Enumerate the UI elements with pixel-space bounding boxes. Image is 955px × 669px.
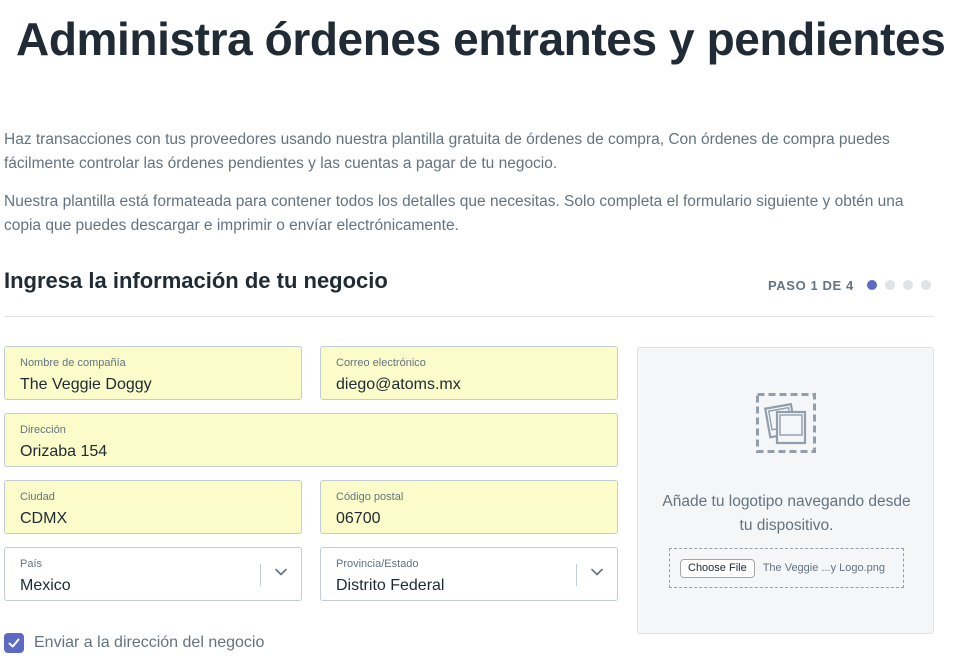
email-field[interactable]: Correo electrónico diego@atoms.mx	[320, 346, 618, 400]
ship-to-business-label: Enviar a la dirección del negocio	[34, 634, 265, 651]
step-dot-3	[903, 280, 913, 290]
file-input[interactable]: Choose File The Veggie ...y Logo.png	[669, 548, 904, 588]
postal-code-label: Código postal	[336, 491, 404, 503]
city-field[interactable]: Ciudad CDMX	[4, 480, 302, 534]
logo-upload-panel[interactable]: Añade tu logotipo navegando desde tu dis…	[637, 347, 934, 634]
state-value: Distrito Federal	[336, 577, 445, 594]
address-value[interactable]: Orizaba 154	[20, 441, 602, 463]
country-select[interactable]: País Mexico	[4, 547, 302, 601]
step-dot-4	[921, 280, 931, 290]
intro-paragraph: Haz transacciones con tus proveedores us…	[4, 131, 890, 172]
image-upload-icon	[756, 393, 816, 453]
company-name-value[interactable]: The Veggie Doggy	[20, 374, 286, 396]
checkmark-icon	[8, 638, 20, 648]
choose-file-button[interactable]: Choose File	[680, 558, 755, 578]
email-label: Correo electrónico	[336, 357, 426, 369]
select-separator	[576, 564, 577, 586]
company-name-field[interactable]: Nombre de compañía The Veggie Doggy	[4, 346, 302, 400]
intro-paragraph: Nuestra plantilla está formateada para c…	[4, 193, 904, 234]
city-label: Ciudad	[20, 491, 55, 503]
step-dot-2	[885, 280, 895, 290]
city-value[interactable]: CDMX	[20, 508, 286, 530]
section-title: Ingresa la información de tu negocio	[4, 268, 388, 293]
step-dots	[867, 280, 931, 290]
address-label: Dirección	[20, 424, 66, 436]
ship-to-business-checkbox[interactable]	[4, 633, 24, 653]
state-select[interactable]: Provincia/Estado Distrito Federal	[320, 547, 618, 601]
postal-code-field[interactable]: Código postal 06700	[320, 480, 618, 534]
country-value: Mexico	[20, 577, 71, 594]
state-label: Provincia/Estado	[336, 558, 419, 570]
chevron-down-icon[interactable]	[591, 568, 603, 576]
company-name-label: Nombre de compañía	[20, 357, 126, 369]
step-indicator: PASO 1 DE 4	[768, 278, 854, 293]
ship-to-business-option[interactable]: Enviar a la dirección del negocio	[4, 633, 264, 653]
select-separator	[260, 564, 261, 586]
section-divider	[4, 316, 934, 317]
selected-file-name: The Veggie ...y Logo.png	[762, 562, 886, 574]
address-field[interactable]: Dirección Orizaba 154	[4, 413, 618, 467]
chevron-down-icon[interactable]	[275, 568, 287, 576]
step-dot-1	[867, 280, 877, 290]
page-title: Administra órdenes entrantes y pendiente…	[16, 13, 946, 65]
upload-instructions: Añade tu logotipo navegando desde tu dis…	[662, 493, 911, 534]
postal-code-value[interactable]: 06700	[336, 508, 602, 530]
country-label: País	[20, 558, 43, 570]
email-value[interactable]: diego@atoms.mx	[336, 374, 602, 396]
